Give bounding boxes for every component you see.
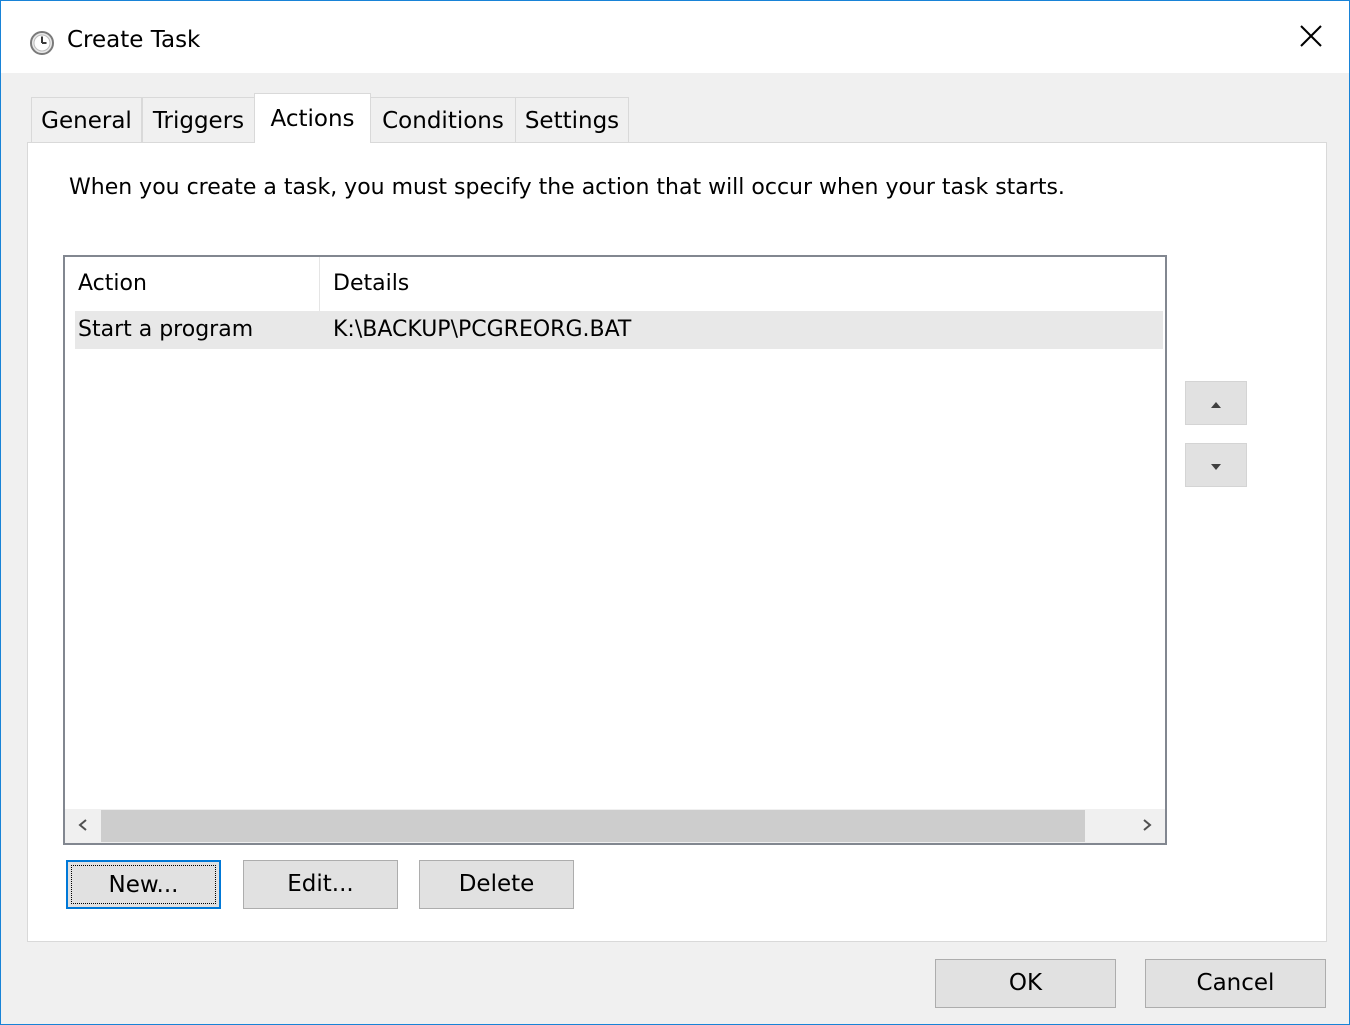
scrollbar-thumb[interactable] (101, 810, 1085, 842)
edit-action-button[interactable]: Edit... (243, 860, 398, 909)
row-details-cell: K:\BACKUP\PCGREORG.BAT (333, 317, 632, 342)
move-up-button[interactable] (1185, 381, 1247, 425)
delete-button-label: Delete (458, 871, 535, 897)
move-down-button[interactable] (1185, 443, 1247, 487)
ok-button-label: OK (1008, 970, 1043, 996)
tab-settings[interactable]: Settings (515, 97, 629, 143)
actions-list[interactable]: Action Details Start a program K:\BACKUP… (63, 255, 1167, 845)
arrow-down-icon (1209, 456, 1223, 475)
chevron-right-icon (1141, 817, 1153, 836)
arrow-up-icon (1209, 394, 1223, 413)
cancel-button-label: Cancel (1196, 970, 1275, 996)
column-header-action[interactable]: Action (78, 257, 318, 311)
new-button-label: New... (108, 872, 179, 898)
clock-icon (28, 29, 56, 57)
close-button[interactable] (1281, 13, 1341, 63)
tab-actions[interactable]: Actions (254, 93, 371, 143)
list-header: Action Details (65, 257, 1165, 311)
row-action-cell: Start a program (78, 317, 254, 342)
scroll-right-button[interactable] (1129, 809, 1165, 843)
new-action-button[interactable]: New... (66, 860, 221, 909)
actions-description: When you create a task, you must specify… (69, 175, 1065, 200)
edit-button-label: Edit... (287, 871, 354, 897)
delete-action-button[interactable]: Delete (419, 860, 574, 909)
tab-general[interactable]: General (31, 97, 142, 143)
cancel-button[interactable]: Cancel (1145, 959, 1326, 1008)
horizontal-scrollbar[interactable] (65, 809, 1165, 843)
scroll-left-button[interactable] (65, 809, 101, 843)
close-icon (1299, 24, 1323, 52)
create-task-dialog: Create Task General Triggers Actions Con… (0, 0, 1350, 1025)
column-header-details[interactable]: Details (333, 257, 1133, 311)
title-bar: Create Task (1, 1, 1349, 73)
column-separator[interactable] (319, 257, 320, 311)
chevron-left-icon (77, 817, 89, 836)
actions-tab-panel: When you create a task, you must specify… (27, 142, 1327, 942)
table-row[interactable]: Start a program K:\BACKUP\PCGREORG.BAT (75, 311, 1163, 349)
window-title: Create Task (67, 27, 201, 53)
tab-strip: General Triggers Actions Conditions Sett… (31, 93, 731, 143)
tab-conditions[interactable]: Conditions (370, 97, 516, 143)
tab-triggers[interactable]: Triggers (142, 97, 255, 143)
ok-button[interactable]: OK (935, 959, 1116, 1008)
